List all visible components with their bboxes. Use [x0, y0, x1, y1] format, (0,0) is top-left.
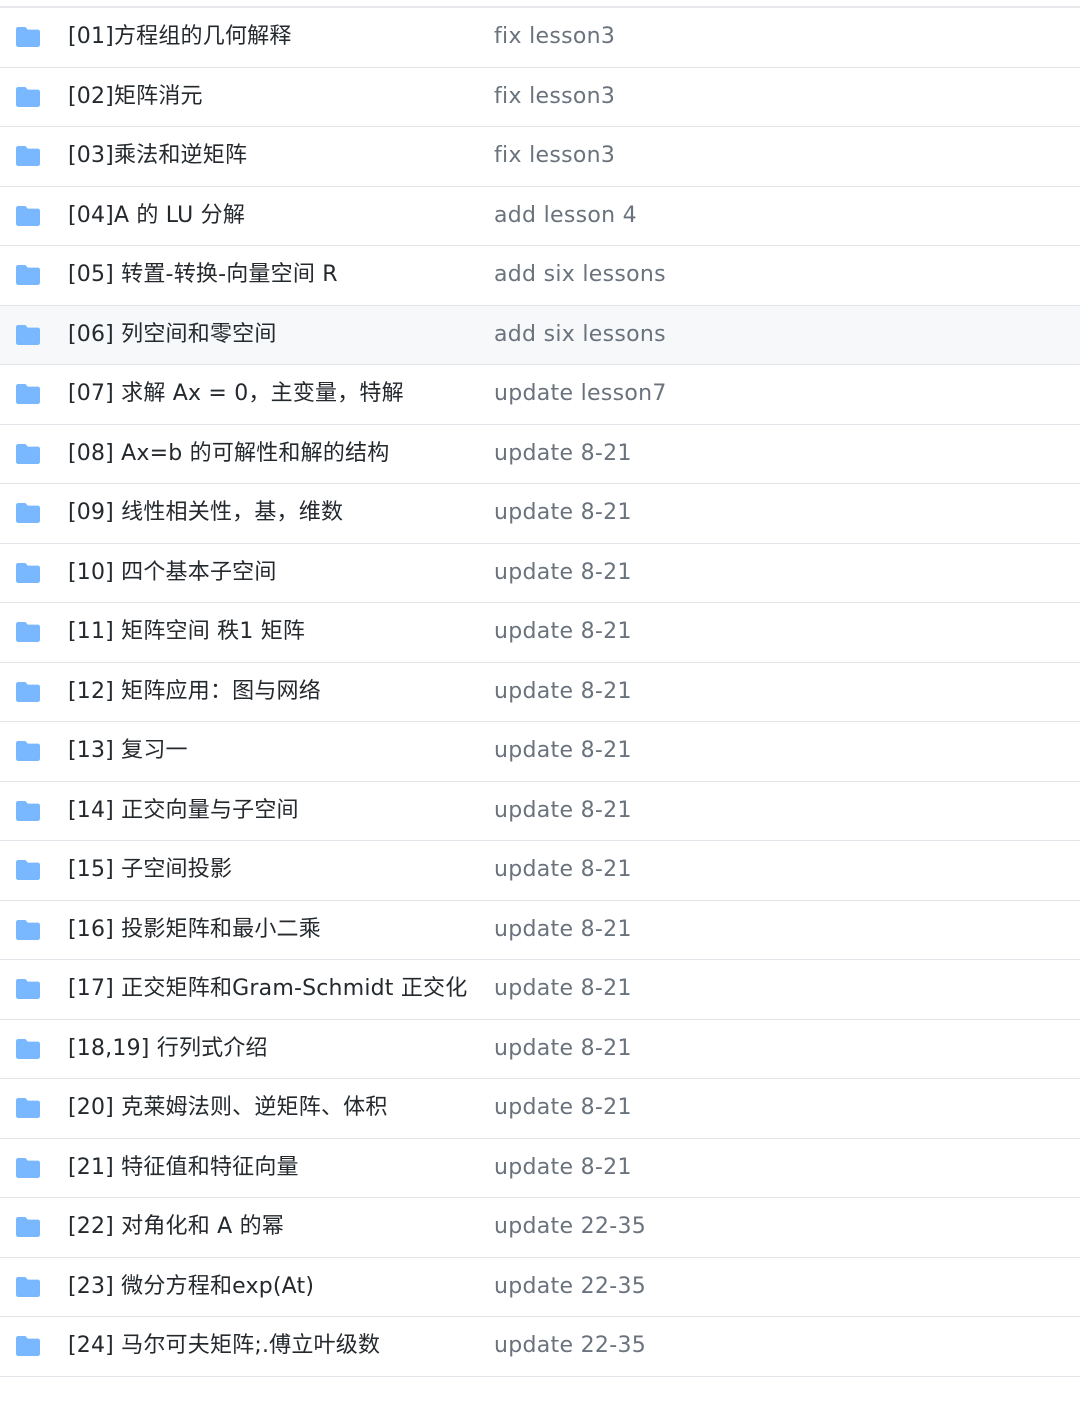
folder-icon — [15, 859, 41, 881]
folder-name-link[interactable]: [22] 对角化和 A 的幂 — [68, 1216, 284, 1238]
file-row-9[interactable]: [09] 线性相关性，基，维数 update 8-21 — [0, 484, 1080, 544]
folder-icon — [15, 740, 41, 762]
file-row-12[interactable]: [12] 矩阵应用：图与网络 update 8-21 — [0, 663, 1080, 722]
folder-name-link[interactable]: [21] 特征值和特征向量 — [68, 1156, 299, 1179]
folder-name-link[interactable]: [03]乘法和逆矩阵 — [68, 145, 247, 167]
folder-icon — [15, 264, 41, 286]
commit-message-link[interactable]: update 8-21 — [494, 561, 632, 584]
file-row-16[interactable]: [16] 投影矩阵和最小二乘 update 8-21 — [0, 901, 1080, 960]
commit-message-link[interactable]: update 8-21 — [494, 1156, 632, 1179]
folder-icon — [15, 681, 41, 703]
commit-message-link[interactable]: update lesson7 — [494, 383, 667, 405]
folder-icon — [15, 1276, 41, 1298]
commit-message-link[interactable]: fix lesson3 — [494, 145, 615, 167]
commit-message-link[interactable]: update 8-21 — [494, 680, 632, 703]
folder-icon — [15, 324, 41, 346]
folder-name-link[interactable]: [20] 克莱姆法则、逆矩阵、体积 — [68, 1097, 388, 1119]
file-row-1[interactable]: [01]方程组的几何解释 fix lesson3 — [0, 8, 1080, 68]
commit-message-link[interactable]: update 22-35 — [494, 1275, 646, 1298]
folder-name-link[interactable]: [18,19] 行列式介绍 — [68, 1037, 268, 1060]
file-row-2[interactable]: [02]矩阵消元 fix lesson3 — [0, 68, 1080, 127]
folder-name-link[interactable]: [17] 正交矩阵和Gram-Schmidt 正交化 — [68, 978, 467, 1000]
folder-name-link[interactable]: [14] 正交向量与子空间 — [68, 799, 299, 822]
commit-message-link[interactable]: update 8-21 — [494, 1097, 632, 1119]
folder-icon — [15, 86, 41, 108]
file-row-11[interactable]: [11] 矩阵空间 秩1 矩阵 update 8-21 — [0, 603, 1080, 663]
file-row-21[interactable]: [22] 对角化和 A 的幂 update 22-35 — [0, 1198, 1080, 1258]
folder-icon — [15, 1097, 41, 1119]
folder-name-link[interactable]: [07] 求解 Ax = 0，主变量，特解 — [68, 383, 404, 405]
folder-icon — [15, 26, 41, 48]
folder-icon — [15, 1335, 41, 1357]
file-row-3[interactable]: [03]乘法和逆矩阵 fix lesson3 — [0, 127, 1080, 187]
commit-message-link[interactable]: add lesson 4 — [494, 204, 637, 227]
file-row-14[interactable]: [14] 正交向量与子空间 update 8-21 — [0, 782, 1080, 841]
folder-name-link[interactable]: [10] 四个基本子空间 — [68, 561, 277, 584]
commit-message-link[interactable]: update 8-21 — [494, 502, 632, 524]
commit-message-link[interactable]: add six lessons — [494, 264, 666, 286]
folder-icon — [15, 502, 41, 524]
file-list: [01]方程组的几何解释 fix lesson3 [02]矩阵消元 fix le… — [0, 6, 1080, 1377]
file-row-10[interactable]: [10] 四个基本子空间 update 8-21 — [0, 544, 1080, 603]
commit-message-link[interactable]: add six lessons — [494, 323, 666, 346]
folder-name-link[interactable]: [15] 子空间投影 — [68, 859, 232, 881]
folder-icon — [15, 1157, 41, 1179]
folder-icon — [15, 562, 41, 584]
folder-icon — [15, 1216, 41, 1238]
folder-icon — [15, 443, 41, 465]
folder-name-link[interactable]: [04]A 的 LU 分解 — [68, 204, 245, 227]
folder-icon — [15, 1038, 41, 1060]
folder-name-link[interactable]: [23] 微分方程和exp(At) — [68, 1275, 314, 1298]
commit-message-link[interactable]: update 8-21 — [494, 1037, 632, 1060]
folder-name-link[interactable]: [24] 马尔可夫矩阵;.傅立叶级数 — [68, 1335, 380, 1357]
commit-message-link[interactable]: update 8-21 — [494, 859, 632, 881]
commit-message-link[interactable]: update 8-21 — [494, 621, 632, 643]
folder-name-link[interactable]: [01]方程组的几何解释 — [68, 26, 292, 48]
folder-name-link[interactable]: [12] 矩阵应用：图与网络 — [68, 680, 321, 703]
folder-icon — [15, 800, 41, 822]
commit-message-link[interactable]: update 8-21 — [494, 799, 632, 822]
file-row-17[interactable]: [17] 正交矩阵和Gram-Schmidt 正交化 update 8-21 — [0, 960, 1080, 1020]
folder-icon — [15, 383, 41, 405]
file-row-23[interactable]: [24] 马尔可夫矩阵;.傅立叶级数 update 22-35 — [0, 1317, 1080, 1377]
commit-message-link[interactable]: fix lesson3 — [494, 26, 615, 48]
folder-icon — [15, 205, 41, 227]
folder-name-link[interactable]: [16] 投影矩阵和最小二乘 — [68, 918, 321, 941]
folder-name-link[interactable]: [05] 转置-转换-向量空间 R — [68, 264, 338, 286]
file-row-22[interactable]: [23] 微分方程和exp(At) update 22-35 — [0, 1258, 1080, 1317]
folder-name-link[interactable]: [02]矩阵消元 — [68, 85, 203, 108]
folder-icon — [15, 145, 41, 167]
folder-name-link[interactable]: [06] 列空间和零空间 — [68, 323, 277, 346]
file-row-15[interactable]: [15] 子空间投影 update 8-21 — [0, 841, 1080, 901]
folder-name-link[interactable]: [11] 矩阵空间 秩1 矩阵 — [68, 621, 305, 643]
file-row-13[interactable]: [13] 复习一 update 8-21 — [0, 722, 1080, 782]
commit-message-link[interactable]: update 8-21 — [494, 918, 632, 941]
commit-message-link[interactable]: update 8-21 — [494, 978, 632, 1000]
file-row-19[interactable]: [20] 克莱姆法则、逆矩阵、体积 update 8-21 — [0, 1079, 1080, 1139]
folder-name-link[interactable]: [08] Ax=b 的可解性和解的结构 — [68, 442, 389, 465]
folder-icon — [15, 621, 41, 643]
file-row-6[interactable]: [06] 列空间和零空间 add six lessons — [0, 305, 1080, 365]
file-row-5[interactable]: [05] 转置-转换-向量空间 R add six lessons — [0, 246, 1080, 306]
file-row-18[interactable]: [18,19] 行列式介绍 update 8-21 — [0, 1020, 1080, 1079]
file-row-7[interactable]: [07] 求解 Ax = 0，主变量，特解 update lesson7 — [0, 365, 1080, 425]
commit-message-link[interactable]: update 22-35 — [494, 1216, 646, 1238]
file-row-8[interactable]: [08] Ax=b 的可解性和解的结构 update 8-21 — [0, 425, 1080, 484]
file-row-4[interactable]: [04]A 的 LU 分解 add lesson 4 — [0, 187, 1080, 246]
file-row-20[interactable]: [21] 特征值和特征向量 update 8-21 — [0, 1139, 1080, 1198]
folder-icon — [15, 919, 41, 941]
commit-message-link[interactable]: update 22-35 — [494, 1335, 646, 1357]
commit-message-link[interactable]: update 8-21 — [494, 442, 632, 465]
folder-name-link[interactable]: [09] 线性相关性，基，维数 — [68, 502, 343, 524]
folder-icon — [15, 978, 41, 1000]
commit-message-link[interactable]: fix lesson3 — [494, 85, 615, 108]
folder-name-link[interactable]: [13] 复习一 — [68, 740, 188, 762]
commit-message-link[interactable]: update 8-21 — [494, 740, 632, 762]
